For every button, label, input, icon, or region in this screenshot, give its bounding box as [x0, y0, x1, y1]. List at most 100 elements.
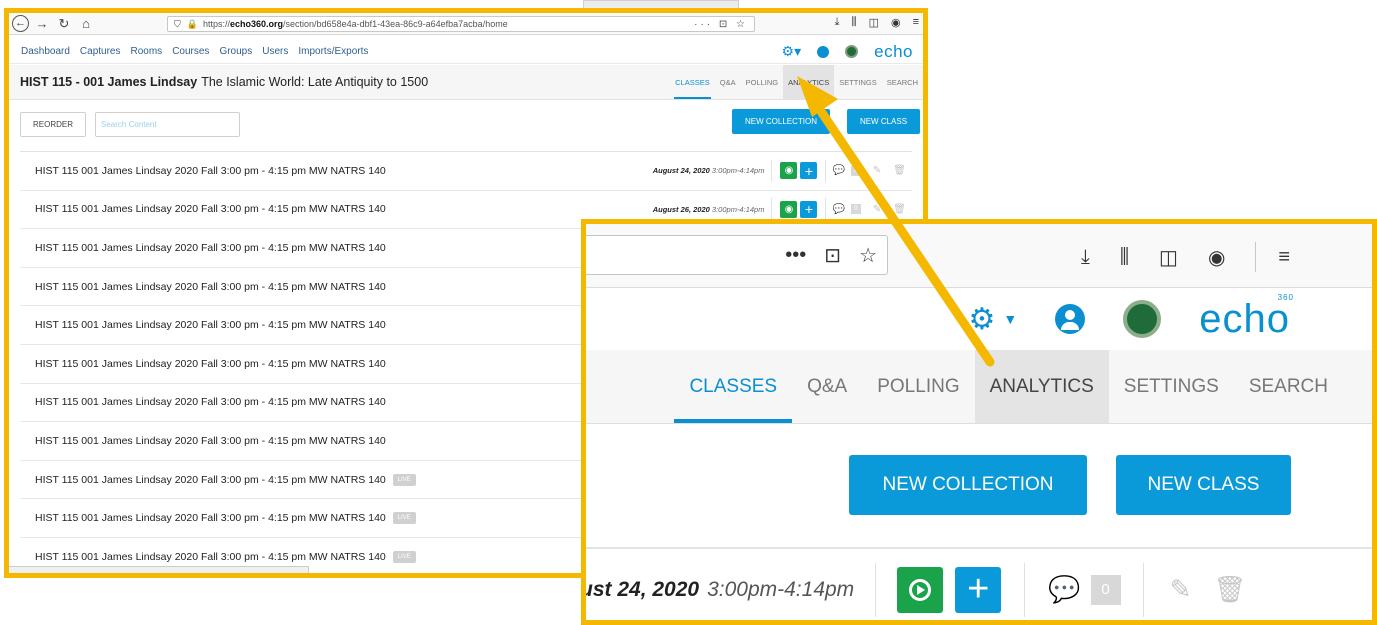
- university-logo-icon: [1123, 300, 1162, 338]
- zoom-browser-toolbar: ••• ⊡ ☆ ⤓ ⫼ ◫ ◉ ≡: [586, 224, 1372, 288]
- echo-logo-text: echo: [1199, 296, 1290, 341]
- class-title: HIST 115 001 James Lindsay 2020 Fall 3:0…: [35, 473, 386, 486]
- menu-icon[interactable]: ≡: [913, 16, 919, 29]
- url-bar[interactable]: ⛉ 🔒 https://echo360.org/section/bd658e4a…: [167, 16, 755, 32]
- toolbar-right-icons: ⤓ ⫼ ◫ ◉ ≡: [835, 16, 919, 29]
- bookmark-star-icon[interactable]: ☆: [859, 243, 877, 268]
- nav-dashboard[interactable]: Dashboard: [21, 46, 70, 57]
- class-row[interactable]: HIST 115 001 James Lindsay 2020 Fall 3:0…: [20, 152, 912, 191]
- user-icon[interactable]: [1055, 304, 1086, 334]
- class-title: HIST 115 001 James Lindsay 2020 Fall 3:0…: [35, 357, 386, 370]
- add-icon[interactable]: +: [955, 566, 1002, 613]
- class-title: HIST 115 001 James Lindsay 2020 Fall 3:0…: [35, 512, 386, 525]
- class-title: HIST 115 001 James Lindsay 2020 Fall 3:0…: [35, 164, 386, 177]
- reorder-button[interactable]: REORDER: [20, 111, 87, 137]
- tab-classes[interactable]: CLASSES: [674, 350, 792, 423]
- tab-analytics[interactable]: ANALYTICS: [974, 350, 1109, 423]
- tab-search[interactable]: SEARCH: [1234, 350, 1372, 423]
- class-title: HIST 115 001 James Lindsay 2020 Fall 3:0…: [35, 550, 386, 563]
- tab-polling[interactable]: POLLING: [741, 65, 784, 99]
- reload-icon[interactable]: ↻: [53, 16, 75, 32]
- capture-icon[interactable]: ◉: [780, 162, 798, 180]
- browser-status-bar: [9, 566, 309, 573]
- nav-captures[interactable]: Captures: [80, 46, 121, 57]
- trash-icon[interactable]: 🗑: [893, 165, 906, 176]
- library-icon[interactable]: ⫼: [1120, 246, 1129, 269]
- class-title: HIST 115 001 James Lindsay 2020 Fall 3:0…: [35, 203, 386, 216]
- url-host: echo360.org: [230, 19, 284, 29]
- account-icon[interactable]: ◉: [891, 16, 901, 29]
- browser-tab-strip[interactable]: [583, 0, 739, 8]
- class-title: HIST 115 001 James Lindsay 2020 Fall 3:0…: [35, 319, 386, 332]
- nav-rooms[interactable]: Rooms: [131, 46, 163, 57]
- gear-icon[interactable]: ⚙: [968, 302, 995, 337]
- shield-icon: ⛉: [174, 18, 181, 29]
- zoom-class-row[interactable]: ust 24, 2020 3:00pm-4:14pm + 💬 0 ✎ 🗑: [586, 547, 1372, 620]
- zoom-callout: ••• ⊡ ☆ ⤓ ⫼ ◫ ◉ ≡ ⚙ ▼ echo 360 CLASSES Q&…: [581, 219, 1377, 625]
- discussion-icon[interactable]: 💬: [832, 165, 844, 176]
- tab-classes[interactable]: CLASSES: [670, 65, 715, 99]
- gear-icon[interactable]: ⚙▾: [782, 43, 802, 60]
- new-collection-button[interactable]: NEW COLLECTION: [732, 109, 830, 134]
- back-arrow-icon[interactable]: ←: [12, 15, 29, 32]
- new-collection-button[interactable]: NEW COLLECTION: [849, 455, 1087, 515]
- zoom-app-nav: ⚙ ▼ echo 360: [586, 289, 1372, 349]
- forward-arrow-icon[interactable]: →: [31, 16, 53, 31]
- add-icon[interactable]: +: [800, 162, 818, 180]
- university-logo-icon: [845, 45, 859, 58]
- pocket-icon[interactable]: ⊡: [824, 243, 841, 268]
- menu-icon[interactable]: ≡: [1278, 246, 1290, 269]
- edit-icon[interactable]: ✎: [1170, 574, 1192, 605]
- tab-polling[interactable]: POLLING: [862, 350, 974, 423]
- new-class-button[interactable]: NEW CLASS: [847, 109, 920, 134]
- edit-icon[interactable]: ✎: [873, 165, 881, 176]
- nav-groups[interactable]: Groups: [219, 46, 252, 57]
- library-icon[interactable]: ⫼: [852, 16, 857, 29]
- edit-icon[interactable]: ✎: [873, 204, 881, 215]
- sidebar-icon[interactable]: ◫: [869, 16, 879, 29]
- discussion-count: 0: [1090, 574, 1121, 605]
- course-tabs: CLASSES Q&A POLLING ANALYTICS SETTINGS S…: [670, 65, 923, 99]
- nav-imports-exports[interactable]: Imports/Exports: [298, 46, 368, 57]
- nav-courses[interactable]: Courses: [172, 46, 209, 57]
- search-content-input[interactable]: Search Content: [95, 111, 241, 137]
- tab-settings[interactable]: SETTINGS: [1109, 350, 1234, 423]
- tab-qa[interactable]: Q&A: [792, 350, 862, 423]
- capture-icon[interactable]: [897, 566, 944, 613]
- class-title: HIST 115 001 James Lindsay 2020 Fall 3:0…: [35, 280, 386, 293]
- discussion-icon[interactable]: 💬: [832, 204, 844, 215]
- tab-analytics[interactable]: ANALYTICS: [783, 65, 835, 99]
- download-icon[interactable]: ⤓: [835, 16, 840, 29]
- account-icon[interactable]: ◉: [1208, 245, 1225, 270]
- add-icon[interactable]: +: [800, 200, 818, 218]
- download-icon[interactable]: ⤓: [1081, 246, 1090, 269]
- user-icon[interactable]: [817, 45, 830, 58]
- more-icon[interactable]: •••: [785, 244, 806, 267]
- app-nav: Dashboard Captures Rooms Courses Groups …: [9, 40, 923, 64]
- tab-search[interactable]: SEARCH: [882, 65, 923, 99]
- discussion-icon[interactable]: 💬: [1048, 574, 1080, 605]
- sidebar-icon[interactable]: ◫: [1159, 245, 1178, 270]
- divider: [1255, 242, 1257, 272]
- class-date-text: August 24, 2020: [652, 166, 710, 176]
- live-badge: LIVE: [392, 512, 416, 525]
- new-class-button[interactable]: NEW CLASS: [1116, 455, 1291, 515]
- browser-toolbar: ← → ↻ ⌂ ⛉ 🔒 https://echo360.org/section/…: [9, 13, 923, 35]
- capture-icon[interactable]: ◉: [780, 200, 798, 218]
- divider: [825, 198, 827, 221]
- course-code: HIST 115 - 001 James Lindsay: [20, 75, 198, 89]
- chevron-down-icon[interactable]: ▼: [1003, 311, 1017, 327]
- divider: [825, 159, 827, 182]
- discussion-count: 0: [850, 204, 861, 215]
- divider: [875, 562, 877, 617]
- nav-users[interactable]: Users: [262, 46, 288, 57]
- tab-qa[interactable]: Q&A: [715, 65, 741, 99]
- course-title: The Islamic World: Late Antiquity to 150…: [201, 75, 429, 89]
- trash-icon[interactable]: 🗑: [893, 204, 906, 215]
- tab-settings[interactable]: SETTINGS: [834, 65, 882, 99]
- url-actions[interactable]: ··· ⊡ ☆: [694, 19, 748, 30]
- zoom-url-bar[interactable]: ••• ⊡ ☆: [586, 235, 888, 275]
- live-badge: LIVE: [392, 550, 416, 563]
- trash-icon[interactable]: 🗑: [1213, 574, 1246, 605]
- home-icon[interactable]: ⌂: [75, 16, 97, 31]
